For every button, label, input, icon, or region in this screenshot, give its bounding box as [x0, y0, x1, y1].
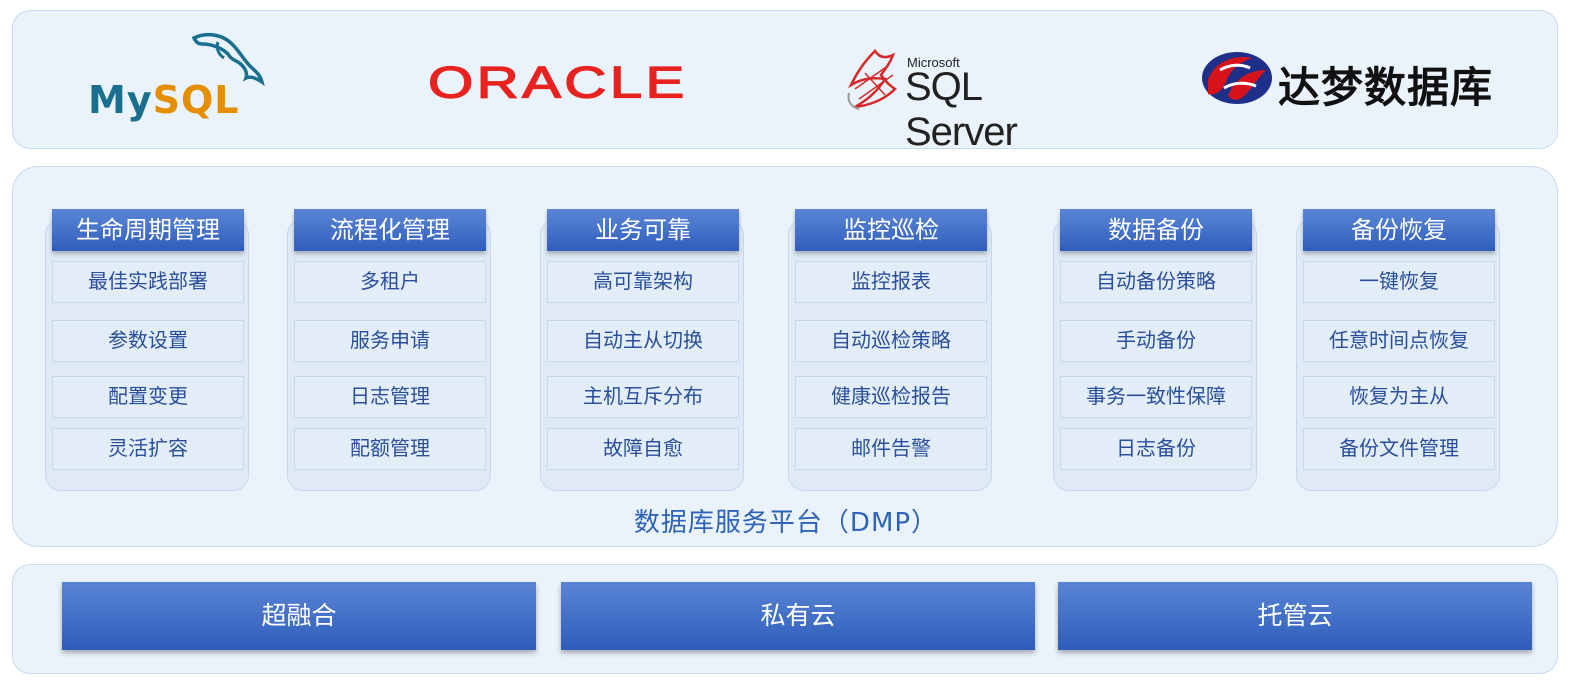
module-title: 生命周期管理: [52, 209, 244, 251]
infra-private-cloud: 私有云: [561, 582, 1035, 650]
module-title: 流程化管理: [294, 209, 486, 251]
module-column: 监控巡检监控报表自动巡检策略 健康巡检报告 邮件告警: [788, 209, 998, 491]
module-title: 业务可靠: [547, 209, 739, 251]
sqlserver-name: SQL Server: [905, 65, 1018, 154]
mysql-sql-text: SQL: [152, 78, 240, 122]
module-feature-item: 配额管理: [294, 428, 486, 470]
module-feature-item: 一键恢复: [1303, 261, 1495, 303]
platform-title: 数据库服务平台（DMP）: [633, 508, 939, 538]
module-feature-item: 灵活扩容: [52, 428, 244, 470]
module-title: 备份恢复: [1303, 209, 1495, 251]
infra-managed-cloud: 托管云: [1058, 582, 1532, 650]
module-title: 监控巡检: [795, 209, 987, 251]
module-feature-item: 日志备份: [1060, 428, 1252, 470]
module-feature-item: 自动巡检策略: [795, 320, 987, 362]
module-column: 业务可靠高可靠架构自动主从切换 主机互斥分布 故障自愈: [540, 209, 750, 491]
module-feature-item: 监控报表: [795, 261, 987, 303]
module-feature-item: 恢复为主从: [1303, 376, 1495, 418]
module-feature-item: 手动备份: [1060, 320, 1252, 362]
module-feature-item: 自动主从切换: [547, 320, 739, 362]
oracle-logo: ORACLE: [427, 58, 698, 109]
module-feature-item: 主机互斥分布: [547, 376, 739, 418]
module-title: 数据备份: [1060, 209, 1252, 251]
sqlserver-logo: Microsoft SQL Server: [845, 45, 1095, 154]
module-feature-item: 自动备份策略: [1060, 261, 1252, 303]
module-column: 生命周期管理 最佳实践部署 参数设置配置变更灵活扩容: [45, 209, 255, 491]
module-column: 流程化管理多租户服务申请日志管理配额管理: [287, 209, 497, 491]
module-feature-item: 任意时间点恢复: [1303, 320, 1495, 362]
module-feature-item: 日志管理: [294, 376, 486, 418]
module-feature-item: 服务申请: [294, 320, 486, 362]
module-feature-item: 健康巡检报告: [795, 376, 987, 418]
module-feature-item: 备份文件管理: [1303, 428, 1495, 470]
mysql-wordmark: MySQL: [88, 78, 239, 122]
module-feature-item: 多租户: [294, 261, 486, 303]
mysql-my-text: My: [88, 78, 153, 122]
module-feature-item: 最佳实践部署: [52, 261, 244, 303]
module-column: 备份恢复一键恢复任意时间点恢复 恢复为主从备份文件管理: [1296, 209, 1506, 491]
module-feature-item: 邮件告警: [795, 428, 987, 470]
dameng-logo: 达梦数据库: [1200, 48, 1500, 112]
sqlserver-icon: [847, 49, 897, 110]
dameng-icon: [1202, 52, 1272, 104]
module-column: 数据备份自动备份策略 手动备份事务一致性保障 日志备份: [1053, 209, 1263, 491]
dameng-wordmark: 达梦数据库: [1278, 63, 1494, 112]
module-feature-item: 故障自愈: [547, 428, 739, 470]
module-feature-item: 参数设置: [52, 320, 244, 362]
mysql-logo: MySQL: [88, 30, 265, 130]
module-feature-item: 事务一致性保障: [1060, 376, 1252, 418]
infra-hyperconverged: 超融合: [62, 582, 536, 650]
oracle-wordmark: ORACLE: [427, 58, 688, 109]
module-feature-item: 配置变更: [52, 376, 244, 418]
module-feature-item: 高可靠架构: [547, 261, 739, 303]
